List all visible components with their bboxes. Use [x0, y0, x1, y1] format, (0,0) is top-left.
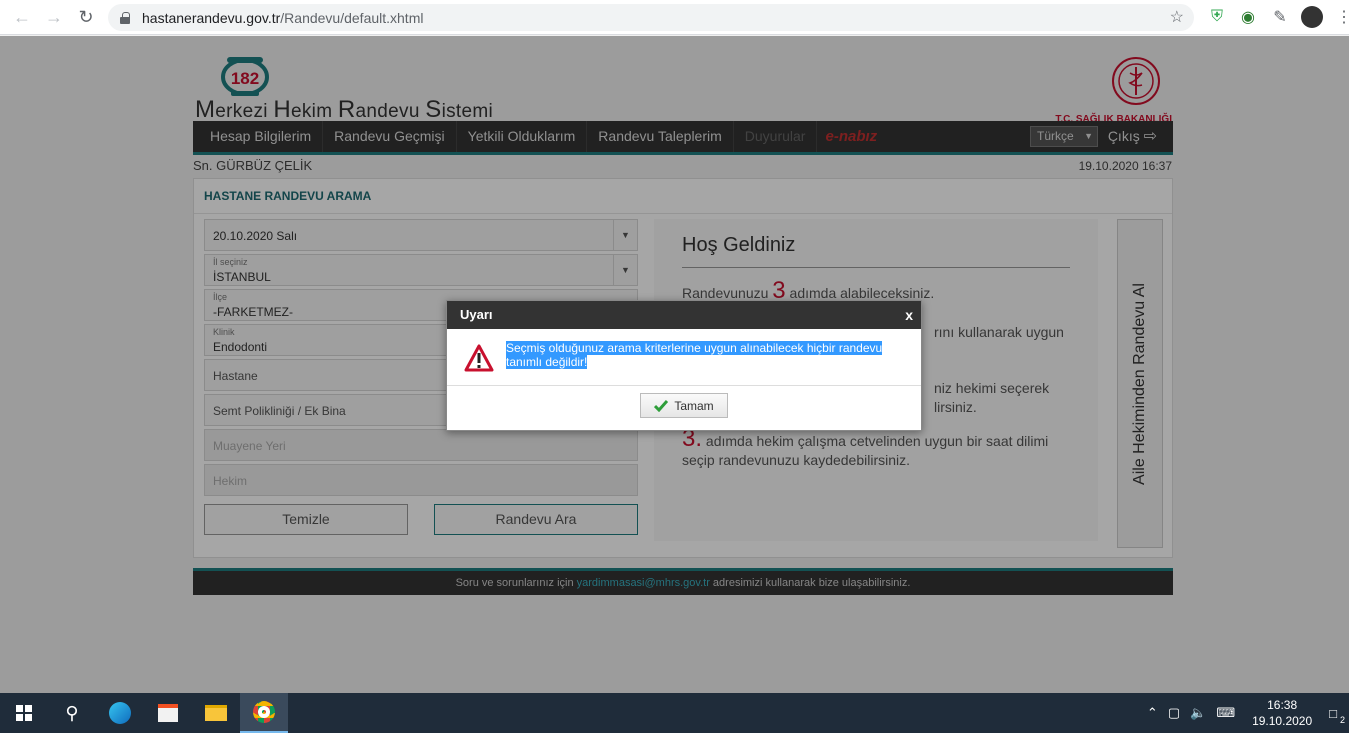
warning-icon [464, 344, 494, 372]
search-icon[interactable]: ⚲ [48, 693, 96, 733]
ok-label: Tamam [674, 398, 714, 413]
browser-toolbar: ← → ↻ hastanerandevu.gov.tr/Randevu/defa… [0, 0, 1349, 35]
check-icon [654, 399, 669, 412]
dialog-header: Uyarı x [447, 301, 921, 329]
chevron-up-icon[interactable]: ⌃ [1142, 705, 1163, 721]
reload-icon[interactable]: ↻ [70, 1, 102, 33]
clock-time: 16:38 [1267, 698, 1298, 712]
file-explorer-icon[interactable] [192, 693, 240, 733]
profile-avatar[interactable] [1300, 5, 1324, 29]
windows-start-icon[interactable] [0, 693, 48, 733]
address-bar[interactable]: hastanerandevu.gov.tr/Randevu/default.xh… [108, 4, 1194, 31]
dialog-message: Seçmiş olduğunuz arama kriterlerine uygu… [506, 341, 883, 369]
windows-taskbar: ⚲ ⌃ ▢ 🔈 ⌨ 16:38 19.10.2020 □ 2 [0, 693, 1349, 733]
notification-icon[interactable]: □ 2 [1324, 706, 1349, 725]
edge-icon[interactable] [96, 693, 144, 733]
divider [447, 385, 921, 386]
clock[interactable]: 16:38 19.10.2020 [1240, 697, 1324, 729]
volume-icon[interactable]: 🔈 [1185, 705, 1211, 721]
back-icon[interactable]: ← [6, 1, 38, 33]
puzzle-extensions-icon[interactable]: ✎ [1268, 5, 1292, 29]
lock-icon [120, 11, 130, 24]
clock-date: 19.10.2020 [1252, 714, 1313, 728]
forward-icon[interactable]: → [38, 1, 70, 33]
dialog-title: Uyarı [460, 307, 493, 322]
notification-count: 2 [1339, 714, 1345, 725]
keyboard-icon[interactable]: ⌨ [1211, 705, 1240, 721]
network-icon[interactable]: ▢ [1163, 705, 1185, 721]
system-tray: ⌃ ▢ 🔈 ⌨ 16:38 19.10.2020 □ 2 [1142, 693, 1349, 733]
globe-extension-icon[interactable]: ◉ [1236, 5, 1260, 29]
ok-button[interactable]: Tamam [640, 393, 728, 418]
star-icon[interactable]: ☆ [1170, 7, 1184, 27]
close-icon[interactable]: x [905, 301, 913, 329]
chrome-icon[interactable] [240, 693, 288, 733]
menu-dots-icon[interactable]: ⋮ [1332, 5, 1349, 29]
shield-extension-icon[interactable]: ⛨ [1205, 5, 1229, 29]
alert-dialog: Uyarı x Seçmiş olduğunuz arama kriterler… [446, 300, 922, 431]
store-icon[interactable] [144, 693, 192, 733]
url-path: /Randevu/default.xhtml [280, 9, 424, 26]
url-host: hastanerandevu.gov.tr [142, 9, 281, 26]
